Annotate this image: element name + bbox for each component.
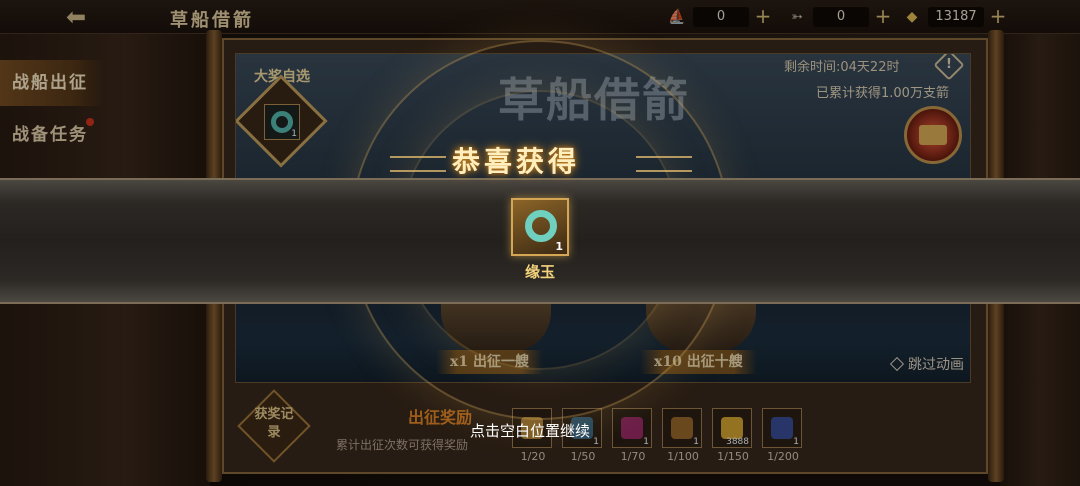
jade-icon xyxy=(525,210,557,242)
ornament-right xyxy=(636,156,692,172)
item-count: 1 xyxy=(555,240,563,253)
obtained-item-name: 缘玉 xyxy=(524,263,555,281)
continue-hint: 点击空白位置继续 xyxy=(470,422,591,440)
ornament-left xyxy=(390,156,446,172)
obtained-item[interactable]: 1 xyxy=(511,198,569,256)
popup-title: 恭喜获得 xyxy=(452,145,581,178)
